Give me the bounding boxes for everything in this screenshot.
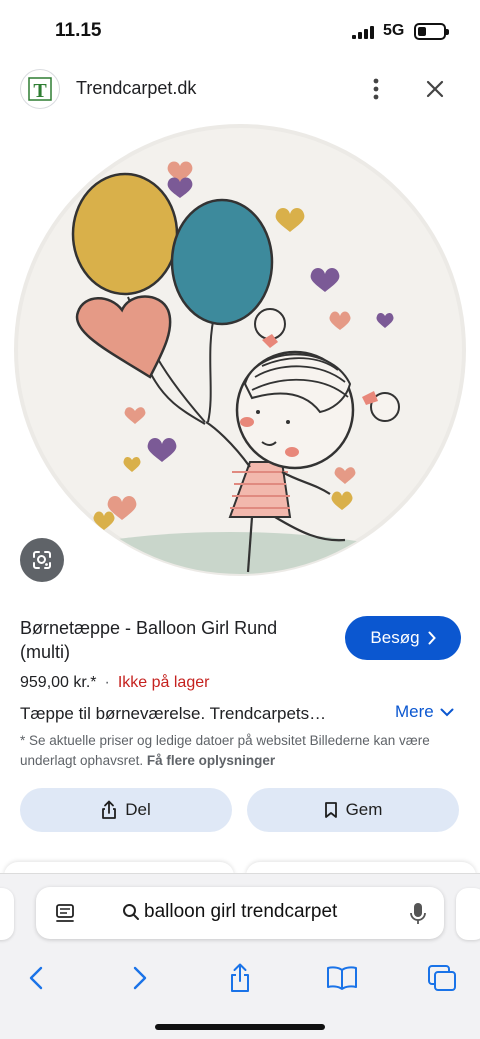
signal-icon — [352, 26, 374, 39]
product-title: Børnetæppe - Balloon Girl Rund (multi) — [20, 618, 278, 662]
forward-arrow-icon — [133, 966, 147, 990]
site-header: T Trendcarpet.dk — [0, 66, 480, 114]
back-arrow-icon — [29, 966, 43, 990]
more-options-icon[interactable] — [362, 74, 390, 104]
bookmarks-button[interactable] — [320, 958, 364, 998]
bookmark-icon — [324, 802, 337, 818]
separator: · — [104, 674, 110, 691]
more-button[interactable]: Mere — [395, 702, 454, 722]
share-page-button[interactable] — [218, 958, 262, 998]
price-row: 959,00 kr.* · Ikke på lager — [20, 674, 209, 692]
svg-text:T: T — [33, 80, 47, 102]
save-button[interactable]: Gem — [247, 788, 459, 832]
more-label: Mere — [395, 702, 434, 721]
close-icon[interactable] — [420, 74, 450, 104]
tabs-button[interactable] — [420, 958, 464, 998]
battery-level — [418, 27, 426, 36]
chevron-down-icon — [440, 708, 454, 716]
chevron-right-icon — [428, 631, 436, 645]
lens-icon — [33, 551, 51, 569]
save-label: Gem — [345, 800, 383, 819]
disclaimer: * Se aktuelle priser og ledige datoer på… — [20, 731, 460, 771]
share-icon — [102, 800, 117, 819]
next-tab-preview[interactable] — [456, 888, 480, 940]
lens-search-button[interactable] — [20, 538, 64, 582]
share-sheet-icon — [231, 963, 249, 992]
address-text[interactable]: balloon girl trendcarpet — [122, 901, 337, 923]
home-indicator[interactable] — [155, 1024, 325, 1030]
network-label: 5G — [383, 22, 405, 39]
stock-status: Ikke på lager — [117, 674, 210, 691]
previous-tab-preview[interactable] — [0, 888, 14, 940]
forward-button[interactable] — [118, 958, 162, 998]
status-time: 11.15 — [55, 20, 102, 41]
microphone-icon[interactable] — [408, 901, 428, 927]
site-logo[interactable]: T — [20, 69, 60, 109]
visit-label: Besøg — [370, 628, 420, 647]
browser-toolbar — [0, 958, 480, 998]
rug-illustration — [14, 124, 466, 576]
page-menu-icon[interactable] — [54, 902, 76, 924]
browser-bar: balloon girl trendcarpet — [0, 873, 480, 1039]
more-info-link[interactable]: Få flere oplysninger — [147, 753, 275, 768]
visit-button[interactable]: Besøg — [345, 616, 461, 660]
battery-icon — [414, 23, 449, 40]
share-label: Del — [125, 800, 151, 819]
search-query: balloon girl trendcarpet — [144, 901, 338, 922]
address-bar[interactable]: balloon girl trendcarpet — [36, 887, 444, 939]
share-button[interactable]: Del — [20, 788, 232, 832]
book-icon — [327, 966, 357, 990]
site-name[interactable]: Trendcarpet.dk — [76, 78, 196, 99]
tabs-icon — [428, 965, 456, 991]
back-button[interactable] — [14, 958, 58, 998]
status-bar: 11.15 5G — [0, 0, 480, 62]
price: 959,00 kr.* — [20, 674, 97, 691]
product-description: Tæppe til børneværelse. Trendcarpets… — [20, 704, 327, 723]
product-image[interactable] — [0, 122, 480, 596]
site-logo-icon: T — [28, 77, 52, 102]
search-icon — [123, 904, 139, 920]
